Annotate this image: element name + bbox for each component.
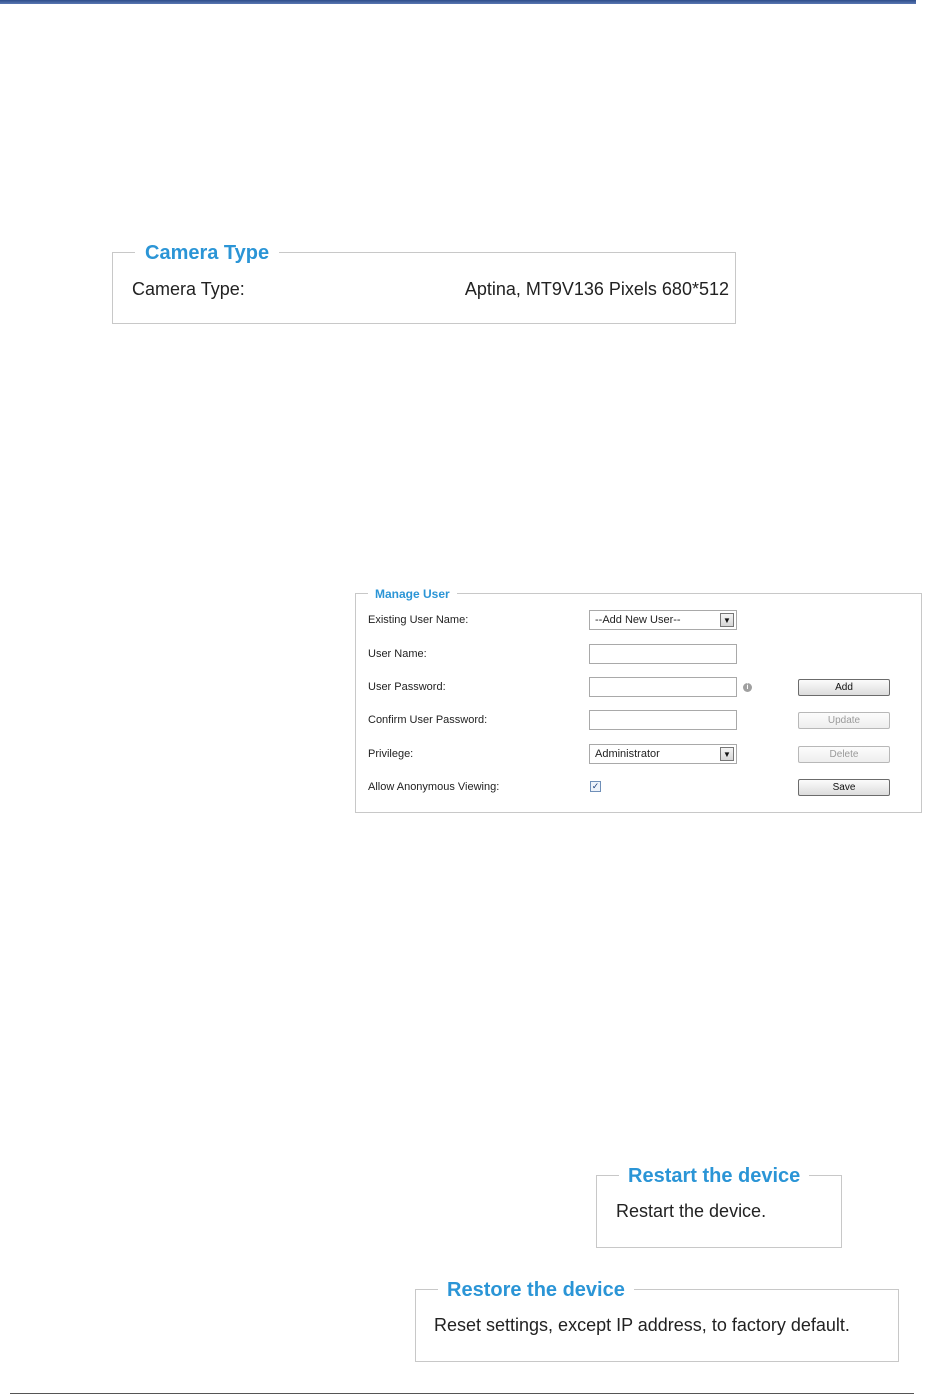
save-button[interactable]: Save <box>798 779 890 796</box>
existing-user-value: --Add New User-- <box>595 614 681 626</box>
camera-type-value: Aptina, MT9V136 Pixels 680*512 <box>464 279 729 299</box>
user-name-input[interactable] <box>589 644 737 664</box>
camera-type-panel: Camera Type Camera Type: Aptina, MT9V136… <box>112 242 736 324</box>
check-icon: ✓ <box>591 781 600 791</box>
user-name-label: User Name: <box>368 648 427 660</box>
manage-user-panel: Manage User Existing User Name: --Add Ne… <box>355 587 922 813</box>
update-button[interactable]: Update <box>798 712 890 729</box>
restart-panel: Restart the device Restart the device. <box>596 1165 842 1248</box>
chevron-down-icon[interactable]: ▼ <box>720 747 734 761</box>
privilege-select[interactable]: Administrator ▼ <box>589 744 737 764</box>
header-rule <box>0 0 916 4</box>
delete-button[interactable]: Delete <box>798 746 890 763</box>
confirm-password-label: Confirm User Password: <box>368 714 488 726</box>
existing-user-select[interactable]: --Add New User-- ▼ <box>589 610 737 630</box>
restart-legend: Restart the device <box>619 1165 810 1188</box>
info-icon: i <box>743 683 752 692</box>
anonymous-viewing-label: Allow Anonymous Viewing: <box>368 781 500 793</box>
chevron-down-icon[interactable]: ▼ <box>720 613 734 627</box>
restore-legend: Restore the device <box>438 1279 634 1302</box>
restore-description: Reset settings, except IP address, to fa… <box>434 1315 850 1335</box>
user-password-label: User Password: <box>368 681 446 693</box>
footer-rule <box>10 1393 914 1394</box>
restore-panel: Restore the device Reset settings, excep… <box>415 1279 899 1362</box>
manage-user-legend: Manage User <box>368 587 457 601</box>
existing-user-label: Existing User Name: <box>368 614 469 626</box>
privilege-label: Privilege: <box>368 748 414 760</box>
camera-type-legend: Camera Type <box>135 242 280 265</box>
anonymous-viewing-checkbox[interactable]: ✓ <box>590 781 601 792</box>
add-button[interactable]: Add <box>798 679 890 696</box>
user-password-input[interactable] <box>589 677 737 697</box>
restart-description: Restart the device. <box>616 1201 767 1221</box>
confirm-password-input[interactable] <box>589 710 737 730</box>
privilege-value: Administrator <box>595 748 660 760</box>
camera-type-label: Camera Type: <box>132 279 245 299</box>
